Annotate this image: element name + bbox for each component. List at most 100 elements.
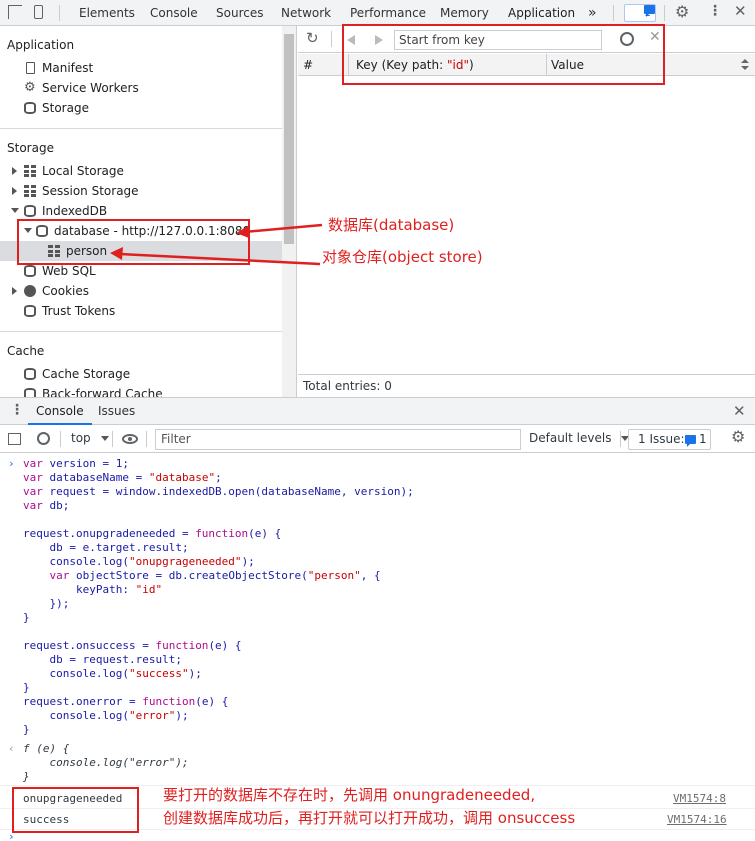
code-line: console.log("error"); — [23, 709, 189, 722]
inspect-element-icon[interactable] — [8, 5, 22, 19]
code-line: } — [23, 723, 30, 736]
issues-label: 1 Issue: — [638, 432, 685, 446]
tab-performance[interactable]: Performance — [350, 0, 426, 26]
collapse-arrow-icon[interactable] — [11, 208, 19, 213]
database-icon — [24, 305, 36, 317]
code-line: var db; — [23, 499, 70, 512]
sidebar-item-label: Trust Tokens — [42, 304, 116, 318]
sort-icon[interactable] — [741, 59, 749, 63]
code-line: request.onsuccess = function(e) { — [23, 639, 242, 652]
close-icon[interactable]: ✕ — [734, 2, 747, 20]
tab-elements[interactable]: Elements — [79, 0, 135, 26]
result-arrow-icon: ‹ — [8, 742, 15, 755]
sidebar-toggle-icon[interactable] — [8, 433, 21, 445]
code-line: request.onupgradeneeded = function(e) { — [23, 527, 282, 540]
code-line: console.log("onupgrageneeded"); — [23, 555, 255, 568]
refresh-icon[interactable]: ↻ — [306, 29, 319, 47]
section-storage-title: Storage — [7, 141, 54, 155]
sidebar-item-label: Back-forward Cache — [42, 387, 163, 397]
return-line-2: console.log("error"); — [23, 756, 189, 769]
gear-icon: ⚙ — [24, 80, 36, 95]
tab-application[interactable]: Application — [508, 0, 576, 26]
section-application-title: Application — [7, 38, 75, 52]
sort-icon-down[interactable] — [741, 66, 749, 70]
annotation-box-logs — [12, 787, 139, 833]
clear-console-icon[interactable] — [37, 432, 50, 445]
context-selector[interactable]: top — [71, 431, 109, 445]
code-line: request.onerror = function(e) { — [23, 695, 229, 708]
devtools-tabbar: Elements Console Sources Network Perform… — [0, 0, 755, 26]
kebab-menu-icon[interactable]: ⋮ — [708, 3, 722, 19]
console-settings-gear-icon[interactable]: ⚙ — [731, 427, 745, 446]
sidebar-item-label: Cookies — [42, 284, 89, 298]
sidebar-item-label: Session Storage — [42, 184, 139, 198]
tab-console[interactable]: Console — [150, 0, 198, 26]
context-label: top — [71, 431, 91, 445]
tab-network[interactable]: Network — [281, 0, 331, 26]
col-index: # — [303, 58, 314, 72]
database-icon — [24, 102, 36, 114]
drawer-menu-icon[interactable]: ⋮ — [10, 402, 24, 418]
input-prompt-icon: › — [8, 457, 15, 470]
more-tabs-button[interactable]: » — [588, 0, 597, 26]
issue-message-icon — [685, 435, 696, 447]
log-levels-label: Default levels — [529, 431, 612, 445]
sidebar-item-label: Storage — [42, 101, 89, 115]
code-line: } — [23, 611, 30, 624]
messages-count: 1 — [644, 6, 651, 19]
total-entries: Total entries: 0 — [298, 374, 755, 397]
issues-count: 1 — [699, 432, 707, 446]
annotation-database: 数据库(database) — [328, 216, 455, 234]
expand-arrow-icon[interactable] — [12, 187, 17, 195]
sidebar-item-label: Service Workers — [42, 81, 139, 95]
code-line: db = request.result; — [23, 653, 182, 666]
drawer-tab-console[interactable]: Console — [28, 398, 92, 425]
section-cache-title: Cache — [7, 344, 45, 358]
database-icon — [24, 368, 36, 380]
database-icon — [24, 388, 36, 397]
code-line: var objectStore = db.createObjectStore("… — [49, 569, 381, 582]
sidebar-scrollbar-thumb[interactable] — [284, 34, 294, 244]
annotation-note-line1: 要打开的数据库不存在时，先调用 onungradeneeded, — [163, 786, 536, 804]
code-line: }); — [23, 597, 70, 610]
annotation-object-store: 对象仓库(object store) — [322, 248, 483, 266]
console-filter-input[interactable]: Filter — [155, 429, 521, 450]
cookie-icon — [24, 285, 36, 297]
code-line: var version = 1; — [23, 457, 129, 470]
tab-memory[interactable]: Memory — [440, 0, 489, 26]
log-source-link[interactable]: VM1574:8 — [673, 792, 726, 805]
log-source-link[interactable]: VM1574:16 — [667, 813, 727, 826]
code-line: keyPath: "id" — [23, 583, 163, 596]
expand-arrow-icon[interactable] — [12, 167, 17, 175]
document-icon — [26, 62, 35, 74]
messages-badge[interactable]: 1 — [624, 4, 656, 22]
expand-arrow-icon[interactable] — [12, 287, 17, 295]
device-toolbar-icon[interactable] — [34, 5, 43, 19]
code-line: db = e.target.result; — [23, 541, 189, 554]
sidebar-item-label: Manifest — [42, 61, 94, 75]
sidebar-item-label: Local Storage — [42, 164, 124, 178]
console-output: › var version = 1; var databaseName = "da… — [0, 456, 755, 786]
eye-pupil-icon — [128, 437, 132, 441]
return-line-1: f (e) { — [23, 742, 70, 755]
close-drawer-icon[interactable]: ✕ — [733, 402, 746, 420]
issues-button[interactable]: 1 Issue: 1 — [628, 429, 711, 450]
grid-icon — [24, 165, 36, 177]
code-line: console.log("success"); — [23, 667, 202, 680]
annotation-note-line2: 创建数据库成功后，再打开就可以打开成功，调用 onsuccess — [163, 809, 576, 827]
drawer-tabbar: ⋮ Console Issues ✕ — [0, 397, 755, 425]
chevron-down-icon — [100, 436, 109, 441]
log-levels-dropdown[interactable]: Default levels — [529, 431, 630, 445]
annotation-box-database — [17, 219, 250, 265]
drawer-tab-issues[interactable]: Issues — [98, 398, 135, 425]
database-icon — [24, 205, 36, 217]
sidebar-item-label: Cache Storage — [42, 367, 131, 381]
sidebar-item-label: IndexedDB — [42, 204, 108, 218]
tab-sources[interactable]: Sources — [216, 0, 263, 26]
return-line-3: } — [23, 770, 30, 783]
annotation-box-toolbar — [342, 24, 665, 85]
code-line: var databaseName = "database"; — [23, 471, 222, 484]
application-sidebar: Application Manifest ⚙ Service Workers S… — [0, 26, 297, 397]
gear-icon[interactable]: ⚙ — [675, 2, 689, 21]
code-line: var request = window.indexedDB.open(data… — [23, 485, 414, 498]
